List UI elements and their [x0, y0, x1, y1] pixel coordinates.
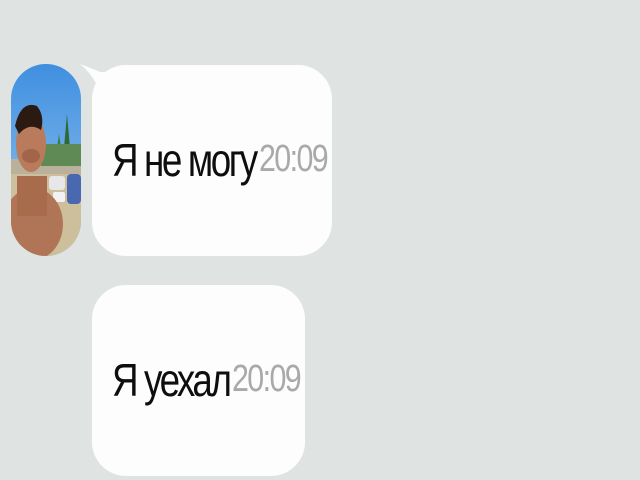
message-bubble[interactable]: Я уехал 20:09	[92, 285, 305, 476]
message-time: 20:09	[259, 138, 329, 180]
message-time: 20:09	[232, 358, 302, 400]
message-bubble[interactable]: Я не могу 20:09	[92, 65, 332, 256]
message-text: Я не могу	[112, 134, 258, 186]
chat-view: Я не могу 20:09 Я уехал 20:09	[0, 0, 640, 480]
contact-avatar[interactable]	[11, 64, 81, 256]
person-photo-icon	[11, 64, 81, 256]
message-text: Я уехал	[112, 354, 232, 406]
